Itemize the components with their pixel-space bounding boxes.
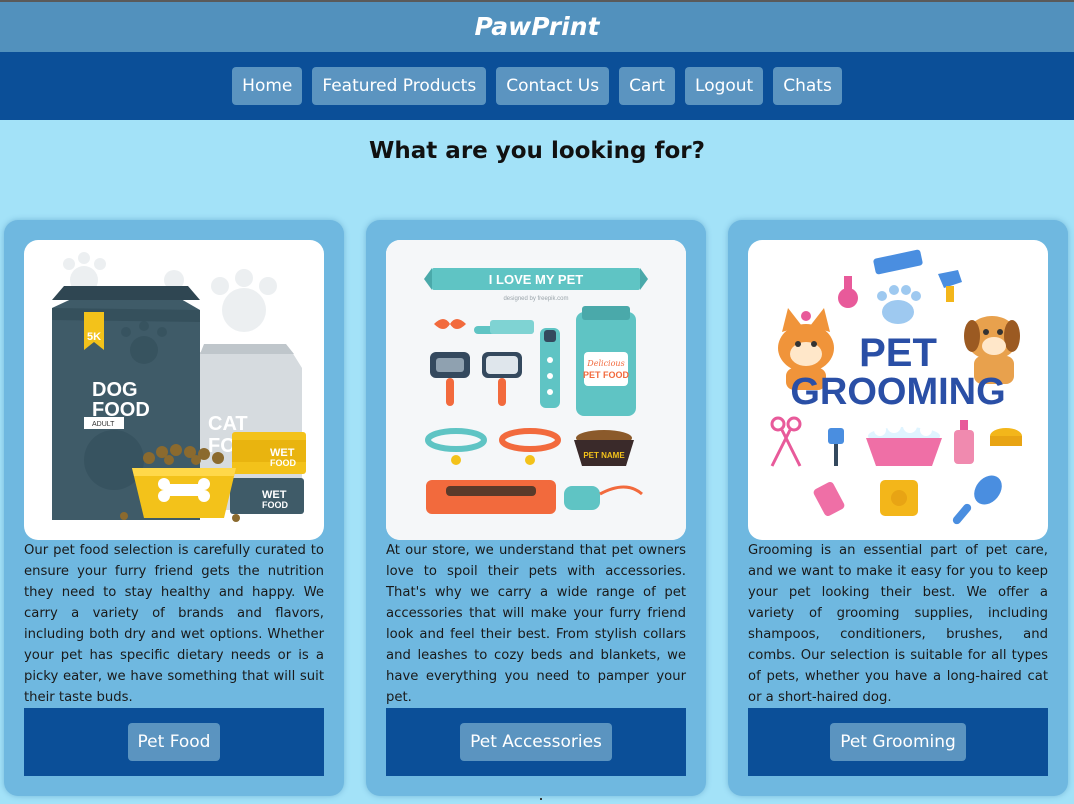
pet-accessories-description: At our store, we understand that pet own…: [386, 543, 686, 705]
svg-text:designed by freepik.com: designed by freepik.com: [503, 296, 568, 302]
svg-text:ADULT: ADULT: [92, 421, 115, 428]
svg-text:Delicious: Delicious: [586, 359, 624, 368]
nav-logout-button[interactable]: Logout: [685, 67, 764, 105]
pet-accessories-card-footer: Pet Accessories: [386, 708, 686, 776]
category-card-pet-food: CAT FOOD 5K DOG FOOD ADULT WET FOOD WET …: [4, 220, 344, 796]
pet-grooming-description: Grooming is an essential part of pet car…: [748, 543, 1048, 705]
site-title: PawPrint: [474, 12, 600, 41]
pet-accessories-icon: I LOVE MY PET designed by freepik.com De…: [386, 240, 686, 540]
nav-cart-button[interactable]: Cart: [619, 67, 676, 105]
pet-food-button[interactable]: Pet Food: [127, 723, 221, 761]
nav-featured-products-button[interactable]: Featured Products: [312, 67, 487, 105]
pet-food-card-footer: Pet Food: [24, 708, 324, 776]
nav-contact-us-button[interactable]: Contact Us: [496, 67, 610, 105]
svg-text:CAT: CAT: [208, 413, 248, 435]
svg-text:GROOMING: GROOMING: [790, 371, 1005, 413]
svg-text:FOOD: FOOD: [262, 500, 288, 510]
dog-food-icon: CAT FOOD 5K DOG FOOD ADULT WET FOOD WET …: [52, 252, 306, 522]
svg-text:DOG: DOG: [92, 379, 138, 401]
category-card-pet-accessories: I LOVE MY PET designed by freepik.com De…: [366, 220, 706, 796]
pet-grooming-button[interactable]: Pet Grooming: [830, 723, 966, 761]
main-navigation: Home Featured Products Contact Us Cart L…: [0, 52, 1074, 120]
pet-food-description: Our pet food selection is carefully cura…: [24, 543, 324, 705]
svg-text:PET FOOD: PET FOOD: [583, 370, 630, 380]
pet-grooming-card-footer: Pet Grooming: [748, 708, 1048, 776]
page-dot: [540, 798, 542, 800]
dog-food-illustration: CAT FOOD 5K DOG FOOD ADULT WET FOOD WET …: [24, 240, 324, 540]
pet-accessories-illustration: I LOVE MY PET designed by freepik.com De…: [386, 240, 686, 540]
site-header: PawPrint: [0, 2, 1074, 52]
pet-grooming-illustration: PET GROOMING: [748, 240, 1048, 540]
svg-text:FOOD: FOOD: [270, 458, 296, 468]
svg-text:PET: PET: [859, 331, 937, 375]
svg-text:PET NAME: PET NAME: [583, 451, 625, 460]
nav-home-button[interactable]: Home: [232, 67, 303, 105]
svg-text:5K: 5K: [87, 331, 101, 343]
pet-grooming-icon: PET GROOMING: [770, 249, 1022, 525]
nav-chats-button[interactable]: Chats: [773, 67, 842, 105]
category-card-pet-grooming: PET GROOMING Grooming is an essential pa…: [728, 220, 1068, 796]
svg-text:I LOVE MY PET: I LOVE MY PET: [489, 272, 583, 287]
page-heading: What are you looking for?: [369, 138, 705, 164]
pet-accessories-button[interactable]: Pet Accessories: [460, 723, 612, 761]
